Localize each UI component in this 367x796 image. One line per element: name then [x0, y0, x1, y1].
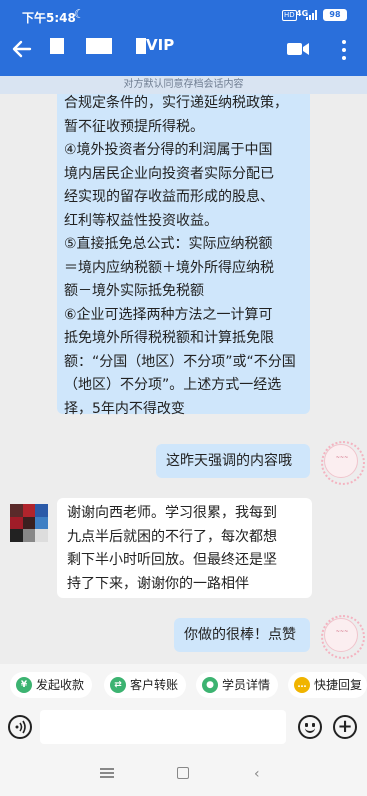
- message-line: ⑤直接抵免总公式：实际应纳税额: [64, 236, 273, 252]
- message-line: 抵免境外所得税税额和计算抵免限: [64, 330, 274, 346]
- message-line: 剩下半小时听回放。但最终还是坚: [67, 552, 277, 568]
- message-line: ⑥企业可选择两种方法之一计算可: [64, 306, 273, 323]
- user-icon: ●: [202, 677, 218, 693]
- message-line: 合规定条件的，实行递延纳税政策，: [64, 95, 288, 111]
- video-call-icon[interactable]: [286, 39, 310, 59]
- message-input[interactable]: [40, 710, 286, 744]
- status-bar: 下午5:48 ☾ HD 4G 98: [0, 0, 367, 30]
- avatar[interactable]: ~~~: [321, 441, 365, 485]
- quick-action-bar: ¥ 发起收款 ⇄ 客户转账 ● 学员详情 … 快捷回复: [0, 664, 367, 704]
- back-arrow-icon[interactable]: [10, 37, 34, 61]
- system-back-icon[interactable]: ‹: [254, 766, 260, 782]
- avatar[interactable]: ~~~: [321, 615, 365, 659]
- customer-transfer-button[interactable]: ⇄ 客户转账: [104, 672, 186, 698]
- chat-icon: …: [294, 677, 310, 693]
- hd-badge: HD: [282, 10, 297, 21]
- message-line: 你做的很棒！点赞: [184, 627, 296, 643]
- message-line: 经实现的留存收益而形成的股息、: [64, 189, 274, 205]
- message-line: 境内居民企业向投资者实际分配已: [64, 165, 274, 182]
- status-time: 下午5:48: [22, 11, 76, 25]
- input-bar: +: [0, 704, 367, 750]
- more-options-icon[interactable]: [336, 38, 352, 62]
- quick-action-label: 学员详情: [222, 678, 271, 692]
- message-line: 九点半后就困的不行了，每次都想: [67, 528, 277, 545]
- top-bar: 下午5:48 ☾ HD 4G 98 VIP: [0, 0, 367, 76]
- message-line: 暂不征收预提所得税。: [64, 118, 204, 135]
- system-nav-bar: ‹: [0, 750, 367, 796]
- voice-input-icon[interactable]: [8, 715, 32, 739]
- quick-action-label: 发起收款: [36, 678, 85, 692]
- battery-icon: 98: [323, 9, 347, 21]
- archive-notice: 对方默认同意存档会话内容: [0, 76, 367, 94]
- message-list[interactable]: 合规定条件的，实行递延纳税政策， 暂不征收预提所得税。 ④境外投资者分得的利润属…: [0, 94, 367, 664]
- message-line: 红利等权益性投资收益。: [64, 212, 218, 229]
- message-line: 择，5年内不得改变: [64, 400, 185, 417]
- transfer-icon: ⇄: [110, 677, 126, 693]
- message-bubble-outgoing[interactable]: 合规定条件的，实行递延纳税政策， 暂不征收预提所得税。 ④境外投资者分得的利润属…: [57, 94, 310, 417]
- chat-title: VIP: [146, 36, 175, 54]
- recent-apps-icon[interactable]: [100, 768, 114, 778]
- add-attachment-icon[interactable]: +: [333, 715, 357, 739]
- signal-icon: [306, 10, 318, 20]
- message-line: ＝境内应纳税额＋境外所得应纳税: [64, 259, 274, 276]
- message-line: ④境外投资者分得的利润属于中国: [64, 142, 273, 158]
- home-icon[interactable]: [177, 767, 189, 779]
- message-line: 谢谢向西老师。学习很累，我每到: [67, 505, 277, 521]
- quick-action-label: 客户转账: [130, 678, 179, 692]
- message-line: 持了下来，谢谢你的一路相伴: [67, 575, 249, 592]
- message-line: 额－境外实际抵免税额: [64, 283, 204, 299]
- collect-payment-button[interactable]: ¥ 发起收款: [10, 672, 92, 698]
- message-line: 额：“分国（地区）不分项”或“不分国: [64, 353, 296, 370]
- quick-action-label: 快捷回复: [314, 678, 363, 692]
- avatar[interactable]: [10, 504, 48, 542]
- message-line: 这昨天强调的内容哦: [166, 453, 292, 469]
- yen-icon: ¥: [16, 677, 32, 693]
- moon-icon: ☾: [74, 7, 85, 21]
- chat-header: VIP: [0, 30, 367, 70]
- message-bubble-outgoing[interactable]: 这昨天强调的内容哦: [156, 444, 310, 478]
- emoji-icon[interactable]: [298, 715, 322, 739]
- quick-reply-button[interactable]: … 快捷回复: [288, 672, 367, 698]
- message-bubble-outgoing[interactable]: 你做的很棒！点赞: [174, 618, 310, 652]
- message-line: （地区）不分项”。上述方式一经选: [64, 377, 282, 393]
- student-details-button[interactable]: ● 学员详情: [196, 672, 278, 698]
- message-bubble-incoming[interactable]: 谢谢向西老师。学习很累，我每到 九点半后就困的不行了，每次都想 剩下半小时听回放…: [57, 498, 312, 598]
